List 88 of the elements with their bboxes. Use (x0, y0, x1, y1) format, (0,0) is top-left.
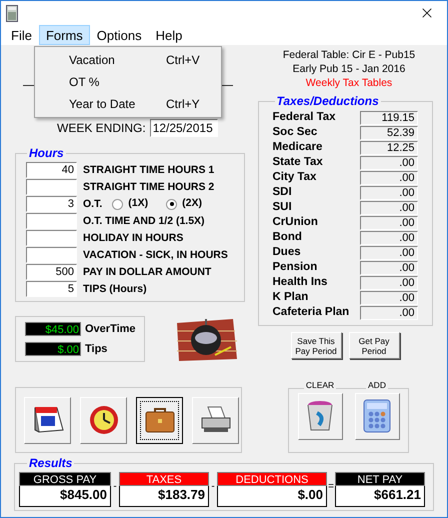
result-header: DEDUCTIONS (217, 472, 327, 486)
tax-value-field: .00 (360, 156, 418, 170)
result-value: $845.00 (19, 486, 111, 507)
tax-value-field: 52.39 (360, 126, 418, 140)
tax-label: Dues (272, 246, 301, 258)
radio-button[interactable] (166, 198, 178, 210)
calculator-icon (362, 398, 392, 434)
week-ending-field[interactable]: 12/25/2015 (150, 119, 218, 137)
menu-item[interactable]: File (4, 25, 39, 45)
tax-value-field: .00 (360, 200, 418, 214)
tax-value-field: .00 (360, 170, 418, 184)
action-button[interactable] (354, 392, 400, 440)
tax-label: Soc Sec (272, 126, 318, 138)
hours-label: O.T. TIME AND 1/2 (1.5X) (83, 216, 205, 226)
hours-field[interactable] (26, 213, 77, 229)
tax-tables-text: Weekly Tax Tables (306, 76, 392, 90)
tax-value-field: .00 (360, 306, 418, 320)
tax-label: Pension (272, 262, 318, 274)
week-ending-label: WEEK ENDING: (57, 120, 146, 137)
period-button[interactable]: Get Pay Period (348, 332, 400, 359)
result-value: $661.21 (335, 486, 425, 507)
trash-bin-icon (305, 399, 335, 433)
radio-label: (1X) (128, 196, 148, 212)
hours-field[interactable] (26, 230, 77, 246)
tax-value-field: .00 (360, 276, 418, 290)
tax-label: CrUnion (272, 216, 318, 228)
result-value: $183.79 (119, 486, 209, 507)
result-value: $.00 (217, 486, 327, 507)
tax-value-field: .00 (360, 216, 418, 230)
hours-field[interactable]: 40 (26, 162, 77, 178)
tool-button[interactable] (136, 396, 183, 444)
result-header: NET PAY (335, 472, 425, 486)
radio-button[interactable] (112, 198, 124, 210)
taxes-title: Taxes/Deductions (276, 93, 380, 110)
results-title: Results (28, 455, 74, 472)
operator-text: = (327, 480, 335, 494)
hours-field[interactable]: 3 (26, 196, 77, 212)
hours-field[interactable] (26, 247, 77, 263)
tax-label: K Plan (272, 292, 308, 304)
amount-label: OverTime (85, 322, 136, 337)
app-icon (6, 4, 18, 22)
federal-table-text: Federal Table: Cir E - Pub15 (282, 48, 416, 62)
tax-label: Bond (272, 232, 302, 244)
tax-value-field: .00 (360, 246, 418, 260)
hours-title: Hours (28, 145, 65, 162)
menu-item[interactable]: Help (148, 25, 190, 45)
tax-label: City Tax (272, 172, 316, 184)
tax-value-field: .00 (360, 230, 418, 244)
amount-label: Tips (85, 342, 108, 356)
action-label: ADD (366, 380, 388, 390)
hours-label: TIPS (Hours) (83, 284, 147, 294)
menu-item[interactable]: Options (90, 25, 149, 45)
hours-label: STRAIGHT TIME HOURS 2 (83, 182, 214, 192)
tax-label: Federal Tax (272, 112, 336, 124)
dropdown-item[interactable]: Year to Date Ctrl+Y (35, 93, 221, 115)
tax-label: Health Ins (272, 276, 328, 288)
amount-display: $45.00 (25, 322, 81, 336)
tax-value-field: .00 (360, 186, 418, 200)
hours-field[interactable] (26, 179, 77, 195)
publication-text: Early Pub 15 - Jan 2016 (292, 62, 406, 76)
hours-label: VACATION - SICK, IN HOURS (83, 250, 228, 260)
operator-text: - (112, 480, 118, 494)
menu-item[interactable]: Forms (38, 25, 90, 45)
hours-label: PAY IN DOLLAR AMOUNT (83, 266, 212, 278)
hours-field[interactable]: 5 (26, 281, 77, 297)
tax-label: Cafeteria Plan (272, 306, 350, 318)
hours-label: STRAIGHT TIME HOURS 1 (83, 164, 214, 176)
hours-label: O.T. (83, 198, 102, 210)
tax-value-field: .00 (360, 260, 418, 274)
tax-label: State Tax (272, 156, 323, 168)
tax-label: SUI (272, 202, 292, 214)
action-label: CLEAR (304, 380, 336, 390)
result-header: GROSS PAY (19, 472, 111, 486)
result-header: TAXES (119, 472, 209, 486)
hours-field[interactable]: 500 (26, 264, 77, 280)
tax-label: SDI (272, 186, 292, 198)
tax-value-field: .00 (360, 290, 418, 304)
hours-label: HOLIDAY IN HOURS (83, 232, 184, 244)
tax-value-field: 119.15 (360, 110, 418, 124)
tax-value-field: 12.25 (360, 140, 418, 154)
dropdown-item[interactable]: Vacation Ctrl+V (35, 49, 221, 71)
tax-label: Medicare (272, 142, 322, 154)
operator-text: - (210, 480, 216, 494)
period-button[interactable]: Save This Pay Period (290, 332, 342, 359)
dropdown-item[interactable]: OT % (35, 71, 221, 93)
amount-display: $.00 (25, 342, 81, 356)
radio-label: (2X) (182, 196, 202, 212)
action-button[interactable] (298, 392, 342, 440)
